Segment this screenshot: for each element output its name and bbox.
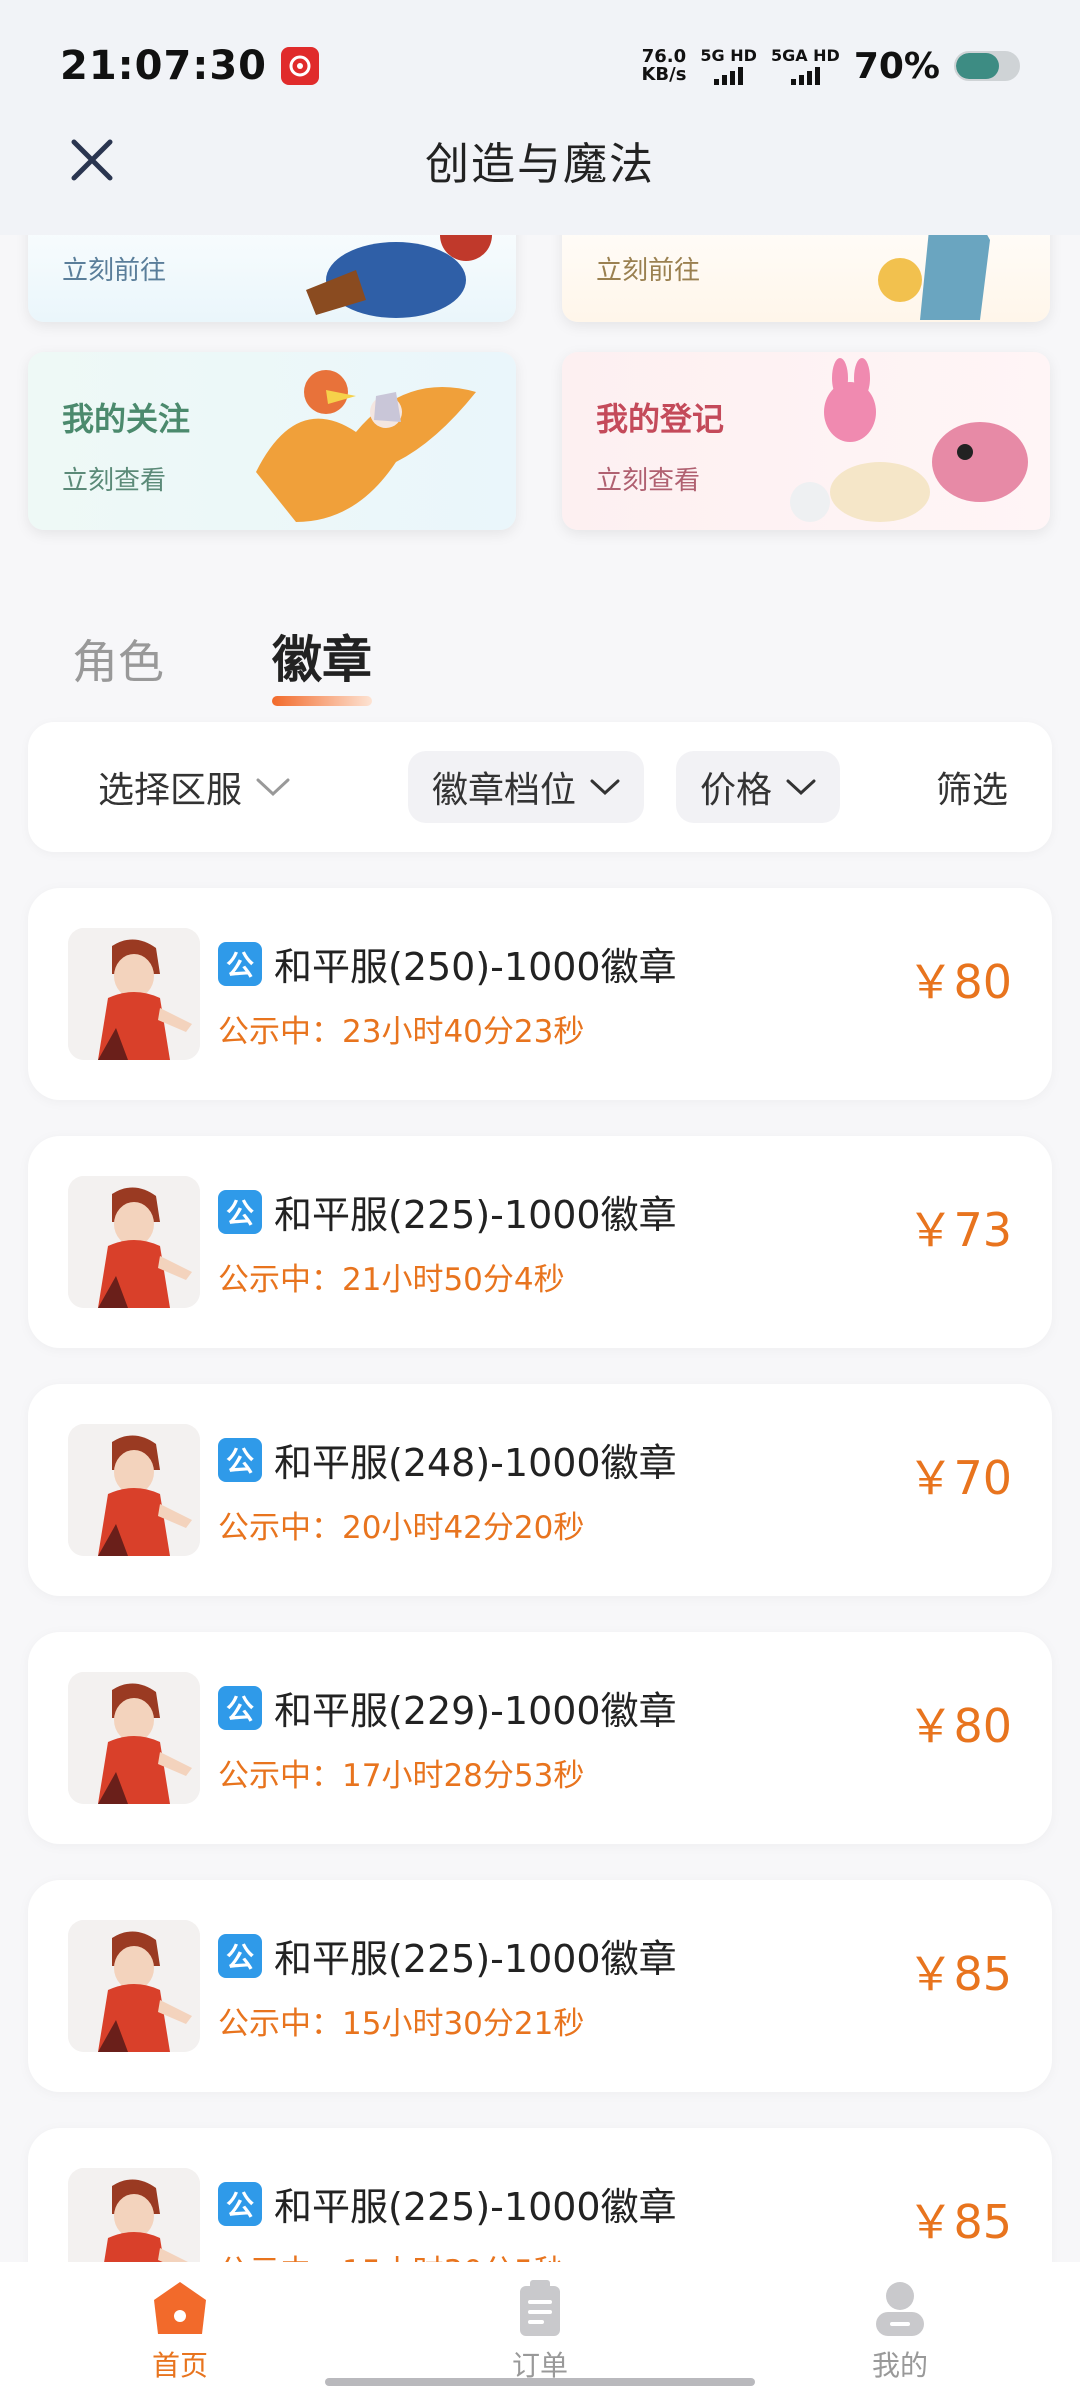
promo-title: 我的登记 — [596, 400, 725, 438]
listing-card[interactable]: 公和平服(225)-1000徽章公示中：15小时30分21秒 ￥85 — [28, 1880, 1052, 2092]
nav-profile-label: 我的 — [871, 2349, 928, 2382]
promo-subtitle: 立刻查看 — [62, 466, 167, 496]
header: 创造与魔法 — [0, 120, 1080, 200]
listing-card[interactable]: 公和平服(225)-1000徽章公示中：21小时50分4秒 ￥73 — [28, 1136, 1052, 1348]
phoenix-rider-illustration — [256, 370, 476, 522]
tab-characters[interactable]: 角色 — [72, 626, 164, 692]
public-badge: 公 — [218, 1686, 262, 1730]
mascots-illustration — [790, 358, 1028, 522]
bottom-nav: 首页 订单 我的 — [0, 2262, 1080, 2400]
listing-title: 和平服(248)-1000徽章 — [274, 1441, 677, 1485]
listing-price: ￥73 — [907, 1203, 1012, 1257]
public-badge: 公 — [218, 1190, 262, 1234]
profile-icon — [876, 2282, 924, 2336]
region-select[interactable]: 选择区服 — [98, 751, 290, 823]
top-bar: 21:07:30 76.0 KB/s 5G HD 5GA HD 70% 创造与魔… — [0, 0, 1080, 235]
public-badge: 公 — [218, 2182, 262, 2226]
public-badge: 公 — [218, 942, 262, 986]
badge-tier-label: 徽章档位 — [432, 770, 577, 811]
listing-title: 和平服(229)-1000徽章 — [274, 1689, 677, 1733]
network-speed: 76.0 KB/s — [641, 48, 686, 84]
listing-card[interactable]: 公和平服(229)-1000徽章公示中：17小时28分53秒 ￥80 — [28, 1632, 1052, 1844]
listing-countdown: 公示中：15小时30分21秒 — [218, 2006, 585, 2042]
listing-title: 和平服(225)-1000徽章 — [274, 2185, 677, 2229]
status-indicators: 76.0 KB/s 5G HD 5GA HD 70% — [641, 46, 1020, 87]
listing-price: ￥70 — [907, 1451, 1012, 1505]
sim2-signal-icon: 5GA HD — [771, 47, 840, 85]
listing-title: 和平服(225)-1000徽章 — [274, 1193, 677, 1237]
character-avatar — [68, 1672, 200, 1804]
chevron-down-icon — [786, 779, 816, 796]
listing-card[interactable]: 公和平服(250)-1000徽章公示中：23小时40分23秒 ￥80 — [28, 888, 1052, 1100]
listing-countdown: 公示中：20小时42分20秒 — [218, 1510, 585, 1546]
character-avatar — [68, 1424, 200, 1556]
home-icon — [154, 2282, 206, 2334]
promo-my-follows[interactable]: 我的关注 立刻查看 — [28, 352, 516, 530]
orders-icon — [520, 2280, 560, 2336]
netease-music-icon — [280, 47, 319, 85]
listing-title: 和平服(225)-1000徽章 — [274, 1937, 677, 1981]
page-title: 创造与魔法 — [425, 139, 655, 190]
listing-countdown: 公示中：17小时28分53秒 — [218, 1758, 585, 1794]
chevron-down-icon — [256, 778, 290, 797]
character-avatar — [68, 928, 200, 1060]
promo-title: 我的关注 — [62, 400, 191, 438]
listing-card[interactable]: 公和平服(248)-1000徽章公示中：20小时42分20秒 ￥70 — [28, 1384, 1052, 1596]
sim1-signal-icon: 5G HD — [700, 47, 757, 85]
price-sort-label: 价格 — [700, 770, 773, 811]
price-sort[interactable]: 价格 — [676, 751, 841, 823]
tab-badges[interactable]: 徽章 — [272, 620, 372, 706]
close-icon — [71, 139, 113, 181]
public-badge: 公 — [218, 1934, 262, 1978]
listing-title: 和平服(250)-1000徽章 — [274, 945, 677, 989]
promo-subtitle: 立刻查看 — [596, 466, 701, 496]
badge-tier-select[interactable]: 徽章档位 — [408, 751, 645, 823]
nav-home-label: 首页 — [151, 2349, 208, 2382]
screen-button[interactable]: 筛选 — [936, 751, 1008, 823]
status-time: 21:07:30 — [60, 43, 267, 89]
character-avatar — [68, 1920, 200, 2052]
listing-price: ￥85 — [907, 1947, 1012, 2001]
listing-price: ￥80 — [907, 955, 1012, 1009]
screen-label: 筛选 — [936, 770, 1009, 811]
region-select-label: 选择区服 — [98, 770, 243, 811]
public-badge: 公 — [218, 1438, 262, 1482]
battery-percent: 70% — [853, 45, 940, 87]
character-avatar — [68, 1176, 200, 1308]
listing-price: ￥80 — [907, 1699, 1012, 1753]
nav-profile[interactable]: 我的 — [800, 2278, 1000, 2384]
category-tabs: 角色 徽章 — [72, 620, 372, 706]
status-bar: 21:07:30 76.0 KB/s 5G HD 5GA HD 70% — [60, 38, 1020, 94]
close-button[interactable] — [60, 128, 124, 192]
battery-icon — [954, 51, 1020, 81]
nav-home[interactable]: 首页 — [80, 2278, 280, 2384]
listing-countdown: 公示中：23小时40分23秒 — [218, 1014, 585, 1050]
sim2-label: 5GA HD — [770, 46, 840, 65]
filter-bar: 选择区服 徽章档位 价格 筛选 — [28, 722, 1052, 852]
promo-my-registrations[interactable]: 我的登记 立刻查看 — [562, 352, 1050, 530]
chevron-down-icon — [590, 779, 620, 796]
sim1-label: 5G HD — [700, 46, 757, 65]
listing-countdown: 公示中：21小时50分4秒 — [218, 1262, 565, 1298]
nav-orders[interactable]: 订单 — [440, 2278, 640, 2384]
speed-unit: KB/s — [641, 64, 687, 85]
promo-subtitle: 立刻前往 — [62, 256, 167, 286]
home-indicator[interactable] — [325, 2378, 755, 2386]
promo-subtitle: 立刻前往 — [596, 256, 701, 286]
listing-price: ￥85 — [907, 2195, 1012, 2249]
